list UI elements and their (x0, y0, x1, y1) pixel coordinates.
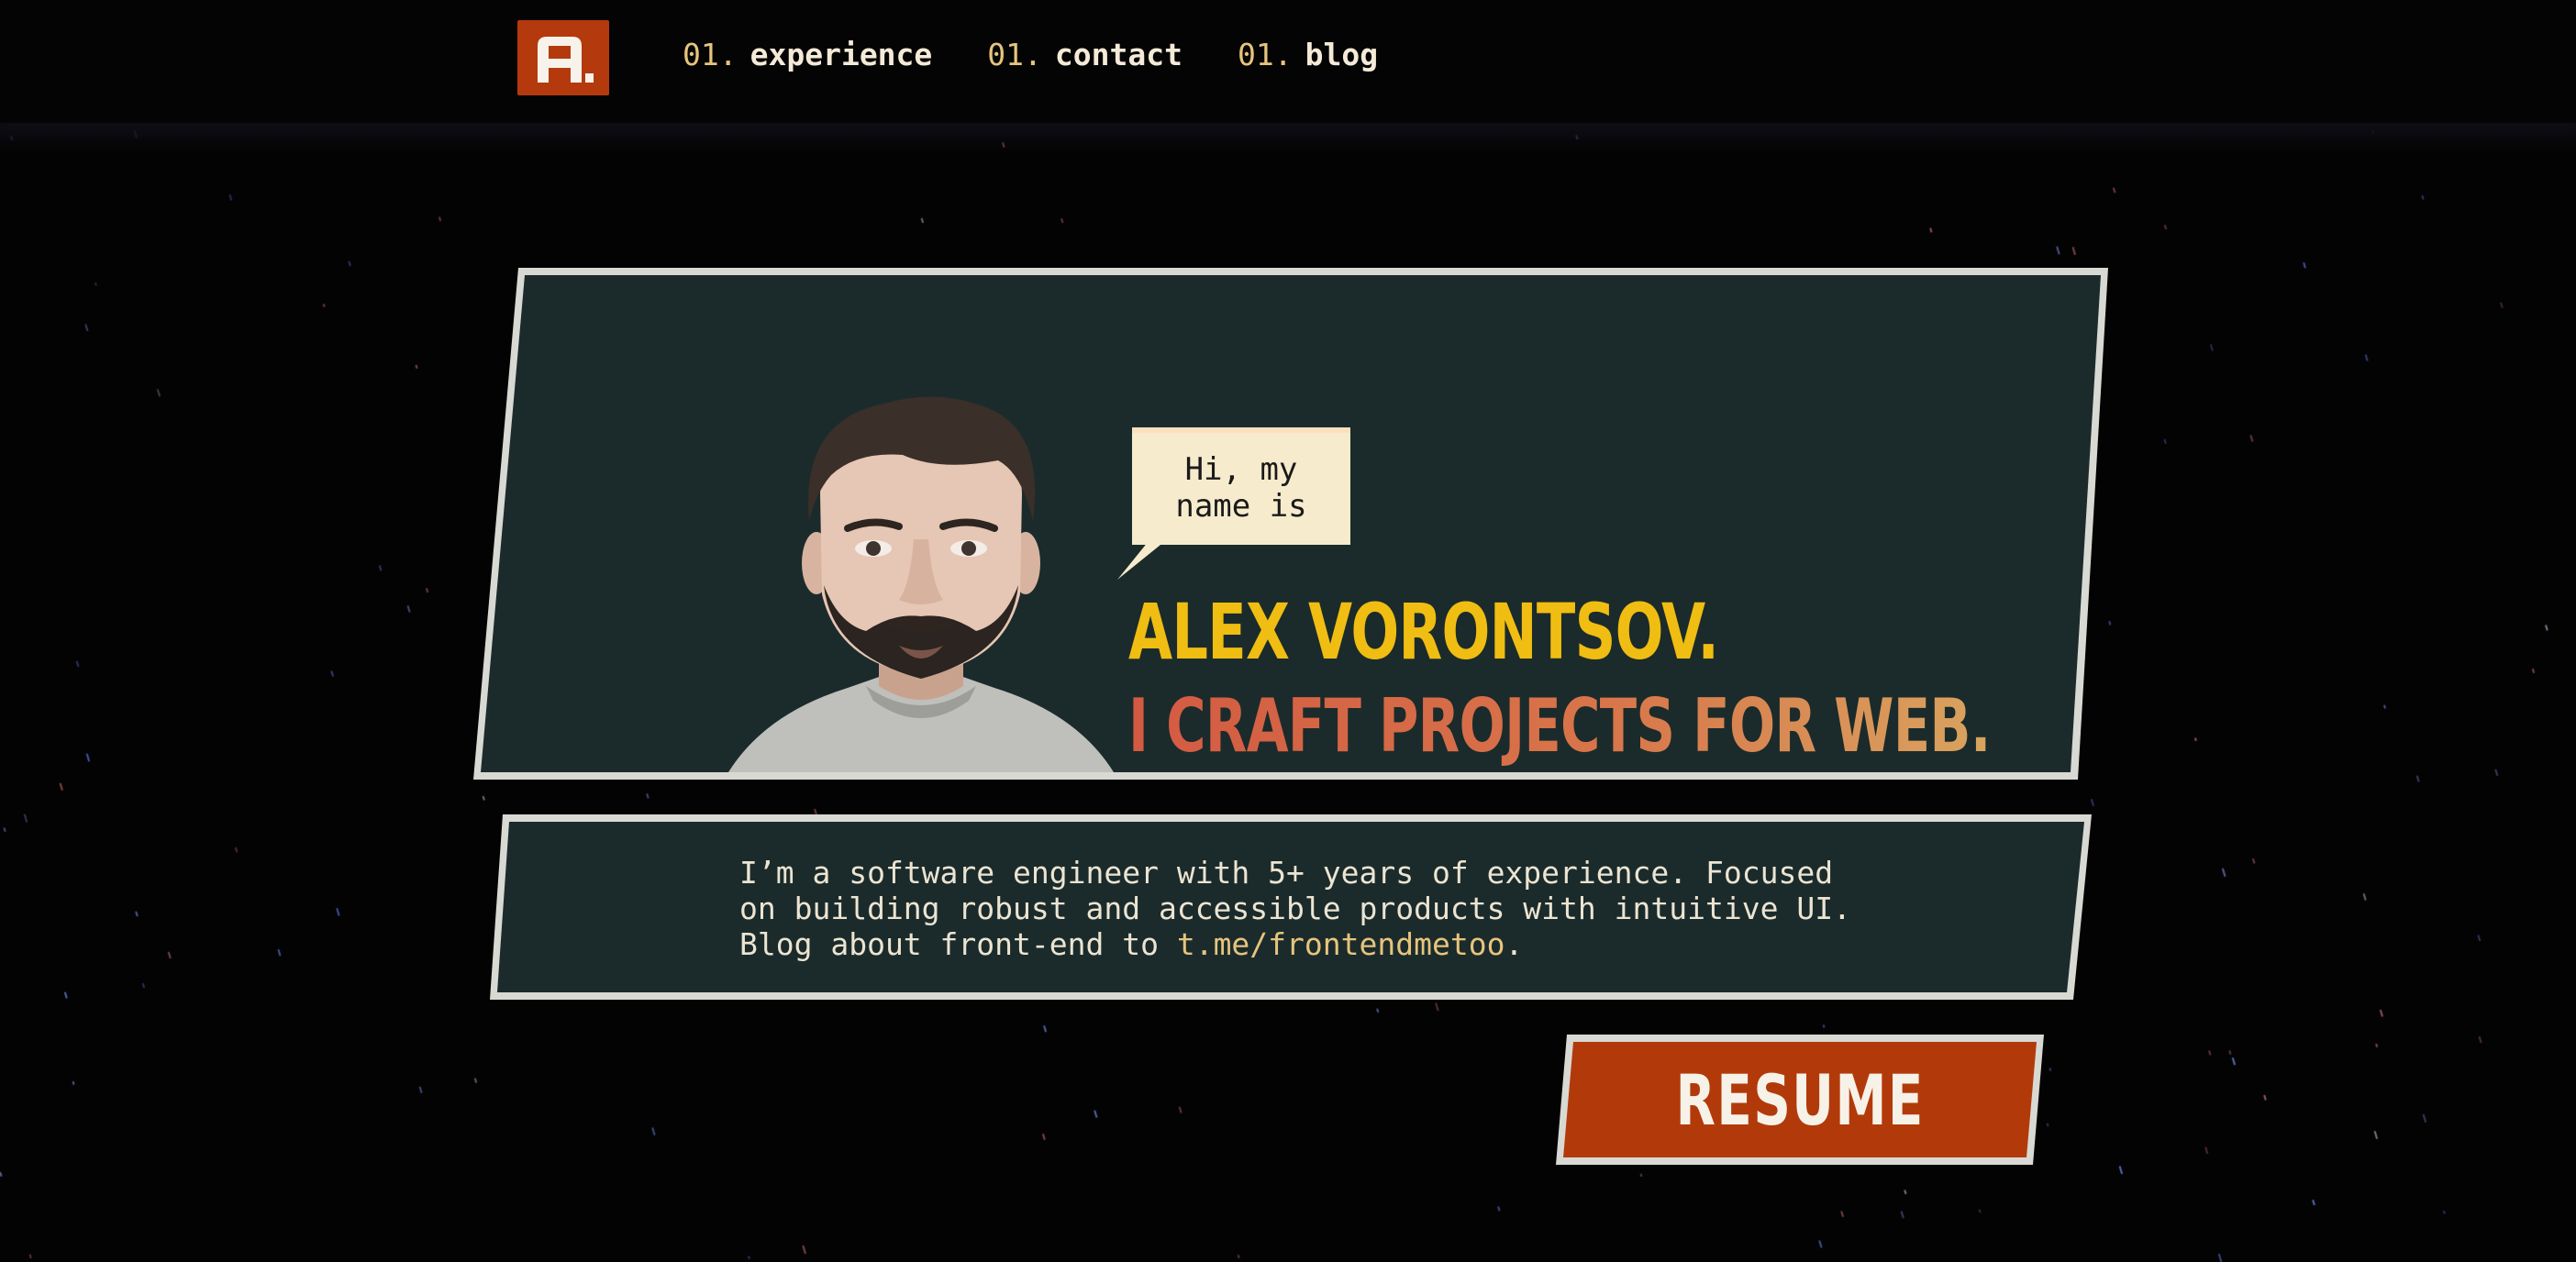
speech-bubble-text: Hi, my name is (1175, 451, 1307, 525)
hero-tagline: I CRAFT PROJECTS FOR WEB. (1128, 683, 1991, 769)
nav-number: 01. (987, 37, 1042, 72)
resume-button-label: RESUME (1675, 1058, 1925, 1141)
nav-blog[interactable]: 01. blog (1238, 37, 1378, 72)
nav-experience[interactable]: 01. experience (683, 37, 932, 72)
nav-number: 01. (683, 37, 738, 72)
resume-button-fill: RESUME (1563, 1042, 2037, 1157)
nav-label: contact (1054, 37, 1183, 72)
site-header: 01. experience 01. contact 01. blog (0, 0, 2576, 156)
nav-label: experience (749, 37, 933, 72)
bio-text-end: . (1505, 926, 1524, 962)
resume-button[interactable]: RESUME (1556, 1035, 2044, 1165)
telegram-blog-link[interactable]: t.me/frontendmetoo (1177, 926, 1505, 962)
bio-text: I’m a software engineer with 5+ years of… (739, 855, 1877, 962)
speech-bubble: Hi, my name is (1132, 427, 1350, 545)
avatar-portrait (728, 396, 1114, 772)
hero-name: ALEX VORONTSOV. (1128, 587, 1719, 677)
logo-a-icon[interactable] (517, 20, 609, 95)
nav-number: 01. (1237, 37, 1293, 72)
nav-contact[interactable]: 01. contact (987, 37, 1183, 72)
nav-label: blog (1305, 37, 1379, 72)
main-nav: 01. experience 01. contact 01. blog (683, 37, 1378, 72)
